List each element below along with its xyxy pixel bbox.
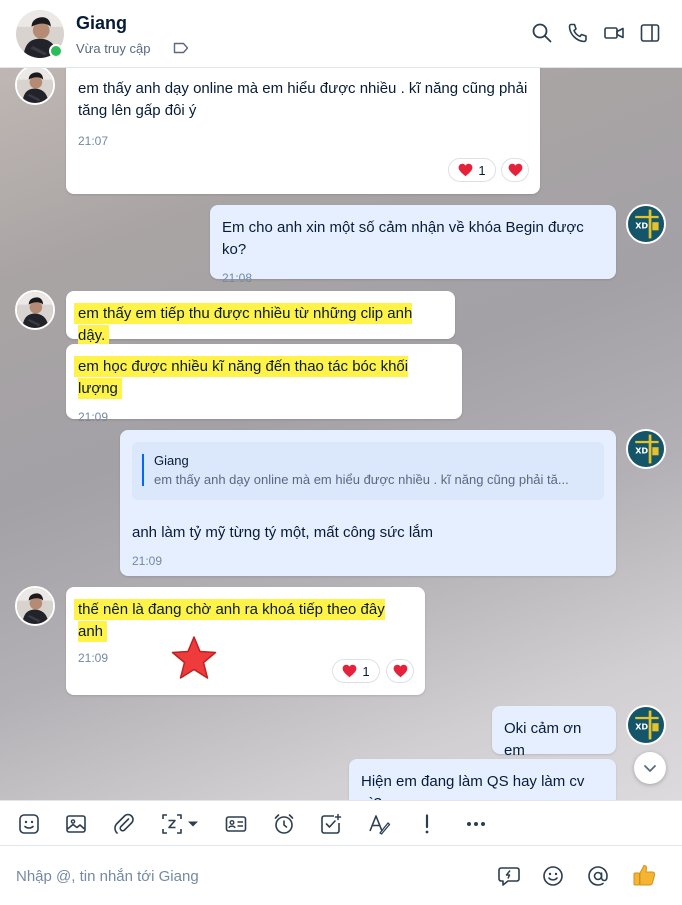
chevron-down-icon [644, 765, 656, 772]
sidebar-toggle-icon[interactable] [639, 22, 661, 44]
react-button[interactable] [386, 659, 414, 683]
tag-icon[interactable] [173, 41, 189, 55]
message-text: em thấy anh dạy online mà em hiểu được n… [78, 80, 528, 119]
message-bubble[interactable]: Hiện em đang làm QS hay làm cv gì? [349, 759, 616, 800]
chat-header: Giang Vừa truy cập [0, 0, 682, 68]
message-list[interactable]: em thấy anh dạy online mà em hiểu được n… [0, 68, 682, 800]
search-icon[interactable] [531, 22, 553, 44]
sender-avatar[interactable] [15, 586, 55, 626]
message-composer [0, 846, 682, 905]
heart-icon [342, 664, 357, 678]
reaction-summary[interactable]: 1 [332, 659, 380, 683]
quote-text: em thấy anh dạy online mà em hiểu được n… [154, 472, 569, 487]
more-icon[interactable] [464, 812, 488, 836]
message-bubble[interactable]: em học được nhiều kĩ năng đến thao tác b… [66, 344, 462, 424]
video-call-icon[interactable] [603, 22, 625, 44]
reaction-summary[interactable]: 1 [448, 158, 496, 182]
thumbs-up-icon[interactable] [631, 862, 657, 888]
attachment-icon[interactable] [112, 812, 136, 836]
heart-icon [458, 163, 473, 177]
emoji-icon[interactable] [541, 864, 565, 888]
message-time: 21:09 [132, 554, 163, 568]
reaction-count: 1 [478, 162, 486, 178]
my-avatar[interactable] [626, 429, 666, 469]
online-status-dot [49, 44, 63, 58]
message-time: 21:07 [78, 134, 109, 148]
my-avatar[interactable] [626, 204, 666, 244]
quick-message-icon[interactable] [497, 864, 521, 888]
heart-icon [393, 664, 408, 678]
message-time: 21:08 [222, 271, 253, 285]
message-bubble[interactable]: Giang em thấy anh dạy online mà em hiểu … [120, 430, 616, 576]
reaction-count: 1 [362, 663, 370, 679]
message-text: em học được nhiều kĩ năng đến thao tác b… [74, 356, 409, 399]
heart-icon [508, 163, 523, 177]
contact-status: Vừa truy cập [76, 41, 151, 56]
message-text: anh làm tỷ mỹ từng tý một, mất công sức … [132, 524, 434, 541]
sender-avatar[interactable] [15, 290, 55, 330]
message-text: Hiện em đang làm QS hay làm cv gì? [361, 773, 585, 800]
quote-author: Giang [154, 453, 189, 468]
my-avatar[interactable] [626, 705, 666, 745]
composer-toolbar [0, 800, 682, 846]
message-bubble[interactable]: Em cho anh xin một số cảm nhận về khóa B… [210, 205, 616, 285]
message-bubble[interactable]: Oki cảm ơn em [492, 706, 616, 759]
task-icon[interactable] [319, 812, 343, 836]
react-button[interactable] [501, 158, 529, 182]
business-card-icon[interactable] [224, 812, 248, 836]
message-time: 21:09 [78, 410, 109, 424]
screenshot-icon[interactable] [160, 812, 184, 836]
message-text: Oki cảm ơn em [504, 720, 582, 759]
sender-avatar[interactable] [15, 68, 55, 105]
message-bubble[interactable]: em thấy em tiếp thu được nhiều từ những … [66, 291, 455, 346]
quoted-message[interactable]: Giang em thấy anh dạy online mà em hiểu … [132, 442, 604, 500]
important-icon[interactable] [415, 812, 439, 836]
phone-icon[interactable] [567, 22, 589, 44]
mention-icon[interactable] [586, 864, 610, 888]
message-input[interactable] [0, 856, 480, 896]
reminder-icon[interactable] [272, 812, 296, 836]
star-icon [171, 636, 217, 679]
message-text: thế nên là đang chờ anh ra khoá tiếp the… [74, 599, 385, 642]
message-text: Em cho anh xin một số cảm nhận về khóa B… [222, 219, 584, 258]
contact-name[interactable]: Giang [76, 13, 127, 34]
scroll-to-bottom-button[interactable] [634, 752, 666, 784]
sticker-icon[interactable] [17, 812, 41, 836]
message-text: em thấy em tiếp thu được nhiều từ những … [74, 303, 413, 346]
image-icon[interactable] [64, 812, 88, 836]
chevron-down-icon[interactable] [186, 812, 200, 836]
text-format-icon[interactable] [367, 812, 391, 836]
